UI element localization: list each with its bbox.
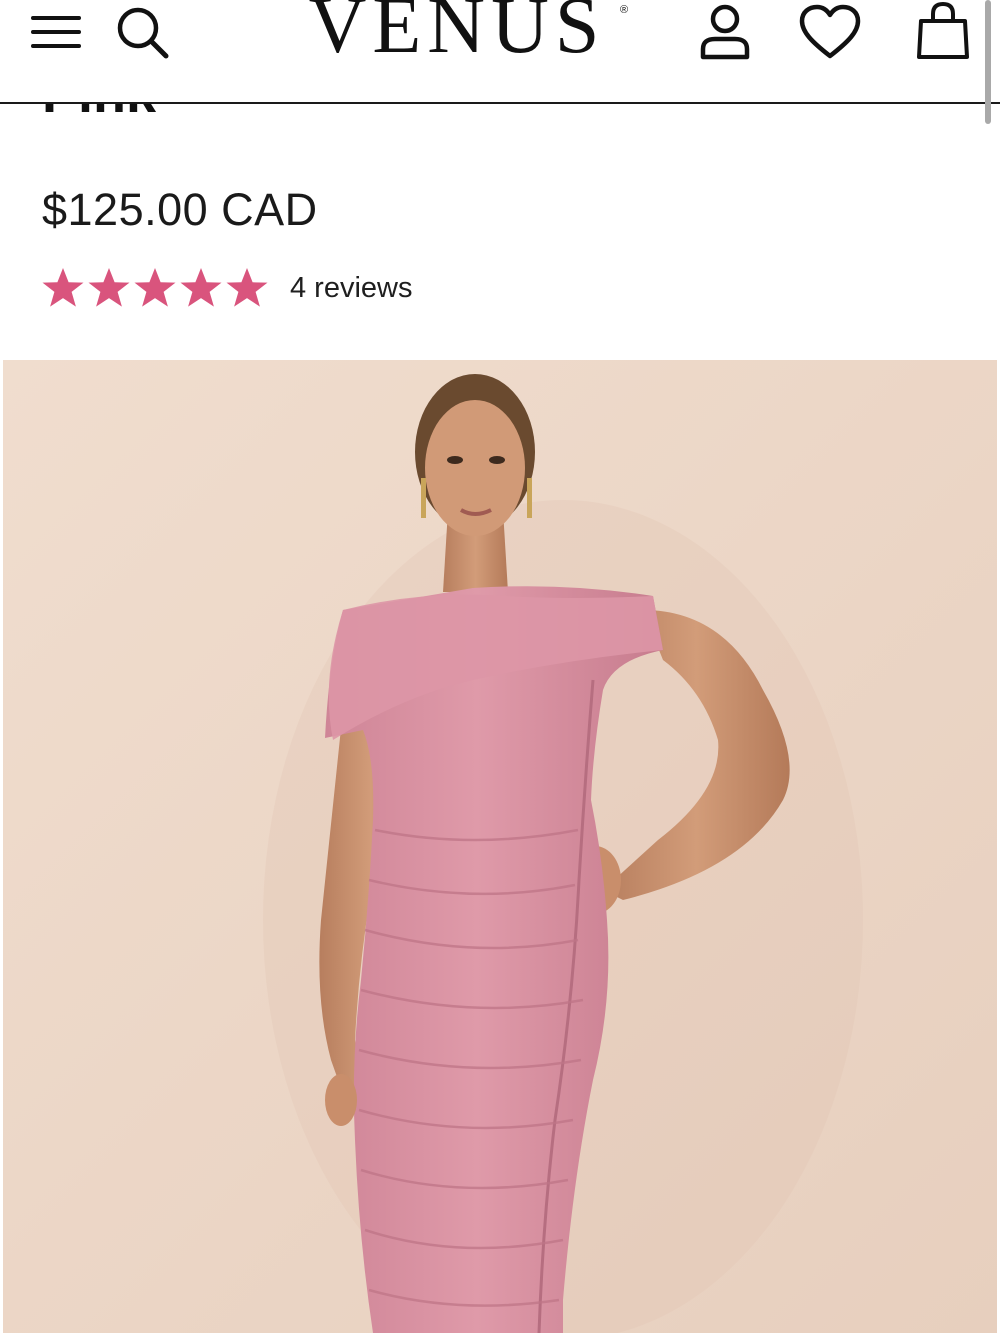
search-icon [117, 7, 169, 59]
product-price: $125.00 CAD [42, 184, 318, 235]
star-icon [134, 268, 176, 307]
menu-button[interactable] [26, 6, 86, 58]
wishlist-button[interactable] [796, 2, 864, 62]
model-illustration [3, 360, 997, 1333]
star-rating [40, 265, 270, 311]
site-header: VENUS ® [0, 0, 1000, 104]
menu-icon [31, 16, 81, 48]
product-title-container: Pink [0, 104, 1000, 122]
site-logo[interactable]: VENUS [272, 0, 642, 66]
cart-button[interactable] [910, 0, 976, 62]
page-scrollbar[interactable] [985, 0, 991, 124]
heart-icon [799, 4, 861, 59]
registered-mark: ® [620, 4, 629, 16]
star-icon [226, 268, 268, 307]
reviews-link[interactable]: 4 reviews [290, 262, 413, 314]
logo-text: VENUS [308, 0, 606, 70]
account-button[interactable] [694, 2, 756, 62]
star-icon [42, 268, 84, 307]
search-button[interactable] [112, 4, 174, 60]
star-icon [180, 268, 222, 307]
product-rating[interactable]: 4 reviews [40, 262, 413, 314]
star-icon [88, 268, 130, 307]
account-icon [700, 4, 750, 60]
product-image[interactable] [3, 360, 997, 1333]
shopping-bag-icon [917, 1, 969, 59]
product-title: Pink [42, 104, 156, 122]
